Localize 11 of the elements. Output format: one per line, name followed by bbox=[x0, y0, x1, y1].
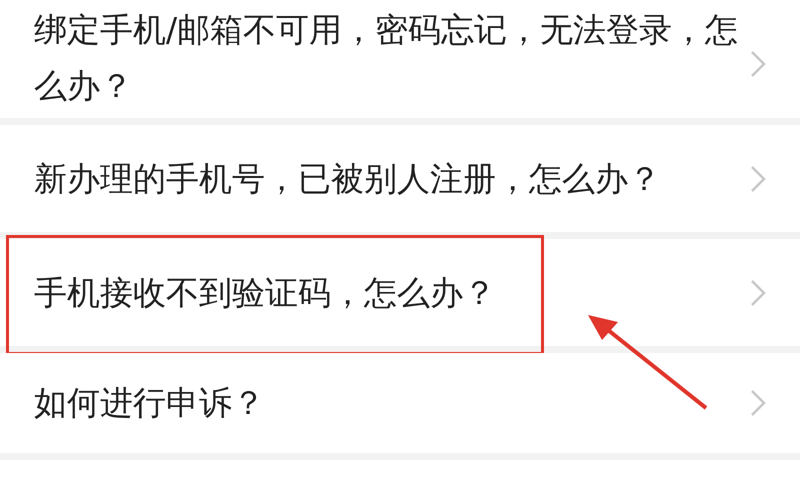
chevron-right-icon bbox=[750, 50, 766, 78]
chevron-right-icon bbox=[750, 164, 766, 192]
question-text: 手机接收不到验证码，怎么办？ bbox=[34, 272, 497, 314]
question-text: 如何进行申诉？ bbox=[34, 382, 266, 424]
list-item[interactable]: 如何进行申诉？ bbox=[0, 353, 800, 453]
question-text: 绑定手机/邮箱不可用，密码忘记，无法登录，怎么办？ bbox=[34, 9, 740, 107]
chevron-right-icon bbox=[750, 278, 766, 306]
question-text: 新办理的手机号，已被别人注册，怎么办？ bbox=[34, 158, 662, 200]
list-item[interactable]: 绑定手机/邮箱不可用，密码忘记，无法登录，怎么办？ bbox=[0, 0, 800, 118]
chevron-right-icon bbox=[750, 389, 766, 417]
list-item[interactable]: 新办理的手机号，已被别人注册，怎么办？ bbox=[0, 125, 800, 232]
